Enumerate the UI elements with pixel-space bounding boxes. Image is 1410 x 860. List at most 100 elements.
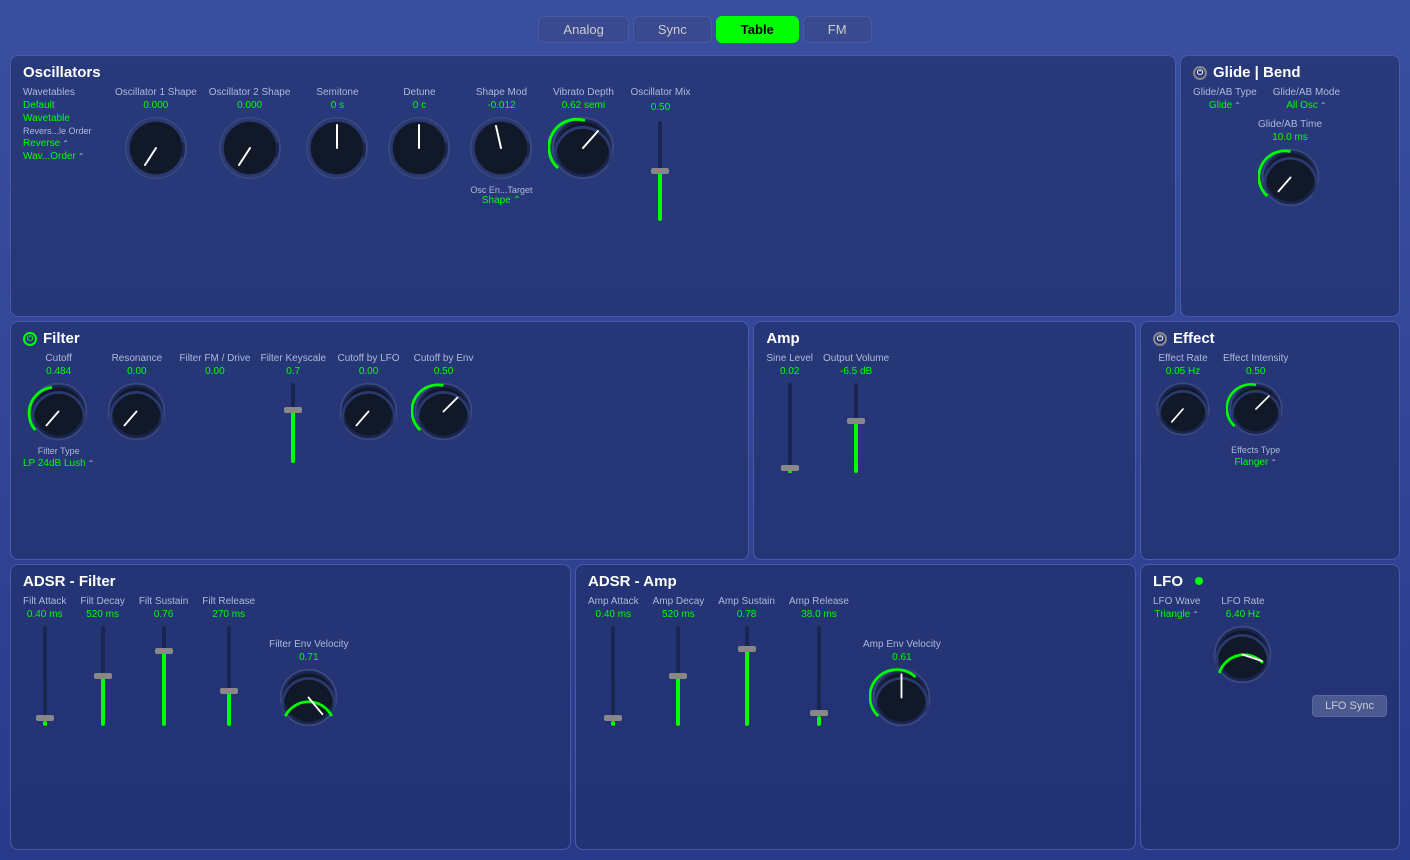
filter-keyscale-thumb[interactable] (284, 407, 302, 413)
reverse-value[interactable]: Reverse (23, 138, 60, 149)
vibrato-depth-knob[interactable] (548, 113, 618, 183)
osc1-shape-knob[interactable] (121, 113, 191, 183)
effects-type-value-row: Flanger ⌃ (1234, 457, 1277, 468)
glide-row1: Glide/AB Type Glide ⌃ Glide/AB Mode All … (1193, 87, 1387, 111)
effects-type-arrow: ⌃ (1270, 458, 1277, 467)
osc-mix-item: Oscillator Mix 0.50 (630, 87, 690, 225)
osc-en-target-arrow: ⌃ (513, 195, 521, 206)
amp-decay-value: 520 ms (662, 609, 695, 620)
amp-attack-thumb[interactable] (604, 715, 622, 721)
reverse-order-row: Revers...le Order (23, 126, 103, 136)
glide-power-icon[interactable]: ⏻ (1193, 66, 1207, 80)
detune-knob[interactable] (384, 113, 454, 183)
glide-title: ⏻ Glide | Bend (1193, 64, 1387, 81)
lfo-sync-button[interactable]: LFO Sync (1312, 695, 1387, 717)
effect-power-icon[interactable]: ⏻ (1153, 332, 1167, 346)
filt-attack-thumb[interactable] (36, 715, 54, 721)
glide-ab-mode-value[interactable]: All Osc (1286, 100, 1318, 111)
amp-env-vel-knob[interactable] (869, 665, 934, 730)
filter-power-icon[interactable]: ⏻ (23, 332, 37, 346)
glide-ab-type-item: Glide/AB Type Glide ⌃ (1193, 87, 1257, 111)
glide-ab-mode-label: Glide/AB Mode (1273, 87, 1340, 98)
cutoff-knob[interactable] (26, 379, 91, 444)
effect-intensity-label: Effect Intensity (1223, 353, 1288, 364)
tab-sync[interactable]: Sync (633, 16, 712, 43)
resonance-value: 0.00 (127, 366, 146, 377)
filter-type-value[interactable]: LP 24dB Lush (23, 458, 86, 469)
semitone-knob-item: Semitone 0 s (302, 87, 372, 183)
lfo-rate-knob[interactable] (1210, 622, 1275, 687)
filter-keyscale-label: Filter Keyscale (260, 353, 326, 364)
filt-release-thumb[interactable] (220, 688, 238, 694)
oscillators-title: Oscillators (23, 64, 1163, 81)
amp-sustain-thumb[interactable] (738, 646, 756, 652)
tab-fm[interactable]: FM (803, 16, 872, 43)
cutoff-env-knob[interactable] (411, 379, 476, 444)
glide-ab-time-knob[interactable] (1258, 145, 1323, 210)
effect-intensity-knob-item: Effect Intensity 0.50 Effects Type Flang… (1223, 353, 1288, 468)
app-container: Analog Sync Table FM Oscillators Wavetab… (0, 0, 1410, 860)
sine-level-thumb[interactable] (781, 465, 799, 471)
output-volume-fill (854, 419, 858, 473)
sections-container: Oscillators Wavetables Default Wavetable… (10, 55, 1400, 850)
filt-decay-track (101, 626, 105, 726)
semitone-label: Semitone (316, 87, 358, 98)
osc-mix-thumb[interactable] (651, 168, 669, 174)
osc-en-target-value[interactable]: Shape (482, 195, 511, 206)
filt-decay-thumb[interactable] (94, 673, 112, 679)
filt-sustain-thumb[interactable] (155, 648, 173, 654)
filter-env-vel-item: Filter Env Velocity 0.71 (269, 639, 348, 730)
semitone-value: 0 s (331, 100, 344, 111)
cutoff-lfo-label: Cutoff by LFO (338, 353, 400, 364)
lfo-wave-value-row: Triangle ⌃ (1154, 609, 1198, 620)
filter-fm-label: Filter FM / Drive (179, 353, 250, 364)
amp-sustain-track (745, 626, 749, 726)
reverse-label: Revers...le Order (23, 126, 92, 136)
osc-mix-label: Oscillator Mix (630, 87, 690, 98)
wavetable-value[interactable]: Wavetable (23, 113, 103, 124)
glide-ab-type-value-row: Glide ⌃ (1209, 100, 1241, 111)
effect-rate-knob-item: Effect Rate 0.05 Hz (1153, 353, 1213, 439)
resonance-knob[interactable] (104, 379, 169, 444)
wavetable-default[interactable]: Default (23, 100, 103, 111)
output-volume-label: Output Volume (823, 353, 889, 364)
sine-level-label: Sine Level (766, 353, 813, 364)
effect-rate-knob[interactable] (1153, 379, 1213, 439)
lfo-sync-row: LFO Sync (1153, 695, 1387, 717)
effects-type-value[interactable]: Flanger (1234, 457, 1268, 468)
glide-ab-time-label: Glide/AB Time (1258, 119, 1322, 130)
output-volume-thumb[interactable] (847, 418, 865, 424)
glide-ab-type-value[interactable]: Glide (1209, 100, 1232, 111)
effect-intensity-value: 0.50 (1246, 366, 1265, 377)
filt-release-label: Filt Release (202, 596, 255, 607)
effect-intensity-knob[interactable] (1226, 379, 1286, 439)
glide-ab-time-item: Glide/AB Time 10.0 ms (1193, 119, 1387, 210)
filt-attack-fill (43, 721, 47, 726)
output-volume-value: -6.5 dB (840, 366, 872, 377)
amp-release-thumb[interactable] (810, 710, 828, 716)
reverse-value-row: Reverse ⌃ (23, 138, 103, 149)
osc2-shape-value: 0.000 (237, 100, 262, 111)
panel-adsr-amp: ADSR - Amp Amp Attack 0.40 ms Amp (575, 564, 1136, 850)
amp-title: Amp (766, 330, 1123, 347)
tab-analog[interactable]: Analog (538, 16, 628, 43)
amp-decay-thumb[interactable] (669, 673, 687, 679)
filt-decay-fill (101, 676, 105, 726)
order-value[interactable]: Wav...Order (23, 151, 76, 162)
amp-env-vel-label: Amp Env Velocity (863, 639, 941, 650)
semitone-knob[interactable] (302, 113, 372, 183)
effect-rate-label: Effect Rate (1158, 353, 1207, 364)
cutoff-lfo-value: 0.00 (359, 366, 378, 377)
cutoff-env-label: Cutoff by Env (414, 353, 474, 364)
lfo-title: LFO (1153, 573, 1387, 590)
filter-env-vel-knob[interactable] (276, 665, 341, 730)
cutoff-lfo-knob[interactable] (336, 379, 401, 444)
lfo-wave-value[interactable]: Triangle (1154, 609, 1190, 620)
osc2-shape-knob[interactable] (215, 113, 285, 183)
tab-table[interactable]: Table (716, 16, 799, 43)
filt-release-value: 270 ms (212, 609, 245, 620)
shape-mod-knob[interactable] (466, 113, 536, 183)
glide-ab-mode-item: Glide/AB Mode All Osc ⌃ (1273, 87, 1340, 111)
filter-knob-group: Cutoff 0.484 Filter Type LP 24dB Lush (23, 353, 736, 469)
shape-mod-knob-item: Shape Mod -0.012 Osc En...Target Shape (466, 87, 536, 206)
